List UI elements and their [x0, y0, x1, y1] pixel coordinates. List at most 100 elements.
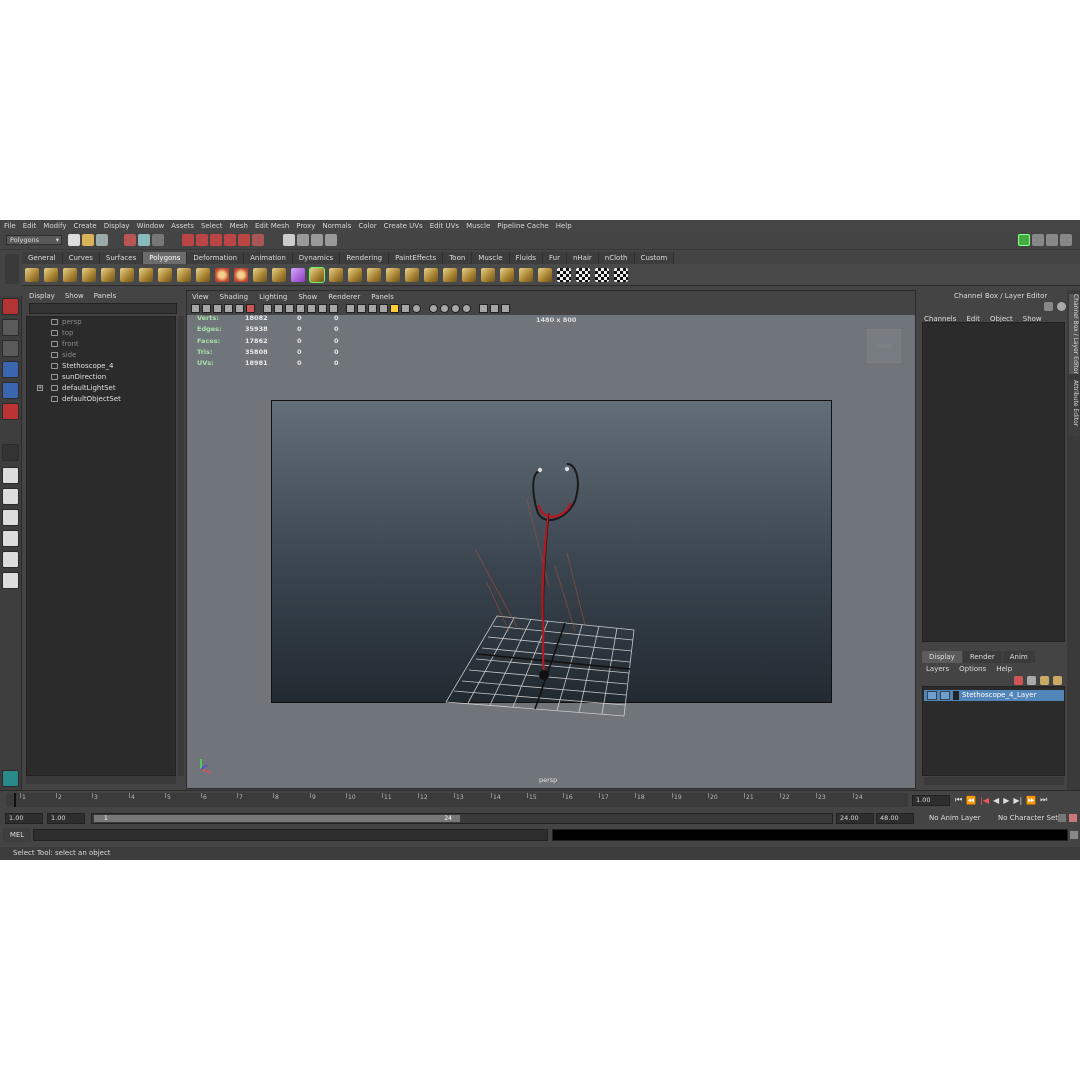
scale-tool-icon[interactable] — [2, 403, 19, 420]
layout-more-icon[interactable] — [2, 593, 19, 603]
poly-plane-icon[interactable] — [100, 267, 115, 282]
insert-edge-loop-icon[interactable] — [404, 267, 419, 282]
attribute-editor-toggle-icon[interactable] — [1032, 234, 1044, 246]
outliner-item[interactable]: persp — [27, 317, 175, 328]
outliner-scrollbar[interactable] — [178, 316, 184, 776]
shelf-tab-animation[interactable]: Animation — [244, 252, 293, 264]
view-cube[interactable]: FRONT — [867, 329, 901, 363]
outliner-h-scrollbar[interactable] — [26, 776, 176, 784]
move-tool-icon[interactable] — [2, 361, 19, 378]
extrude-icon[interactable] — [328, 267, 343, 282]
select-tool-icon[interactable] — [2, 298, 19, 315]
automatic-mapping-icon[interactable] — [575, 267, 590, 282]
menu-edit-mesh[interactable]: Edit Mesh — [255, 222, 289, 230]
single-perspective-layout-icon[interactable] — [2, 467, 19, 484]
layer-visibility-toggle[interactable] — [927, 691, 937, 700]
bridge-icon[interactable] — [347, 267, 362, 282]
layer-tab-display[interactable]: Display — [922, 651, 962, 663]
make-live-icon[interactable] — [238, 234, 250, 246]
layer-menu-help[interactable]: Help — [996, 665, 1012, 673]
expand-icon[interactable]: + — [37, 385, 43, 391]
menu-modify[interactable]: Modify — [43, 222, 66, 230]
menu-assets[interactable]: Assets — [171, 222, 194, 230]
new-scene-icon[interactable] — [68, 234, 80, 246]
fill-hole-icon[interactable] — [442, 267, 457, 282]
rotate-tool-icon[interactable] — [2, 382, 19, 399]
start-time-field[interactable]: 1.00 — [5, 813, 43, 824]
menu-create[interactable]: Create — [73, 222, 96, 230]
outliner-persp-layout-icon[interactable] — [2, 572, 19, 589]
shelf-tab-muscle[interactable]: Muscle — [472, 252, 510, 264]
snap-curve-icon[interactable] — [196, 234, 208, 246]
current-time-marker[interactable] — [14, 793, 16, 807]
select-component-icon[interactable] — [152, 234, 164, 246]
render-settings-icon[interactable] — [325, 234, 337, 246]
spherical-mapping-icon[interactable] — [556, 267, 571, 282]
lasso-tool-icon[interactable] — [2, 319, 19, 336]
poly-cone-icon[interactable] — [81, 267, 96, 282]
shelf-tab-custom[interactable]: Custom — [634, 252, 675, 264]
side-tab-attribute-editor[interactable]: Attribute Editor — [1069, 380, 1079, 436]
preferences-icon[interactable] — [1069, 814, 1077, 822]
menu-muscle[interactable]: Muscle — [466, 222, 490, 230]
outliner-item[interactable]: sunDirection — [27, 372, 175, 383]
outliner-menu-panels[interactable]: Panels — [94, 292, 117, 300]
shelf-tab-dynamics[interactable]: Dynamics — [292, 252, 341, 264]
playback-end-field[interactable]: 24.00 — [836, 813, 874, 824]
shelf-tab-polygons[interactable]: Polygons — [143, 252, 188, 264]
script-type-toggle[interactable]: MEL — [3, 828, 31, 842]
menu-edit[interactable]: Edit — [23, 222, 37, 230]
uv-texture-editor-icon[interactable] — [594, 267, 609, 282]
menu-create-uvs[interactable]: Create UVs — [384, 222, 423, 230]
playback-start-field[interactable]: 1.00 — [47, 813, 85, 824]
shelf-tab-ncloth[interactable]: nCloth — [598, 252, 635, 264]
character-set-dropdown[interactable]: No Character Set — [998, 814, 1058, 822]
layer-tab-anim[interactable]: Anim — [1002, 651, 1035, 663]
menu-window[interactable]: Window — [137, 222, 165, 230]
new-empty-layer-icon[interactable] — [1027, 676, 1036, 685]
outliner-item[interactable]: front — [27, 339, 175, 350]
layer-menu-options[interactable]: Options — [959, 665, 986, 673]
four-view-layout-icon[interactable] — [2, 488, 19, 505]
outliner-item[interactable]: + defaultLightSet — [27, 383, 175, 394]
cylindrical-mapping-icon[interactable] — [537, 267, 552, 282]
poly-cube-icon[interactable] — [43, 267, 58, 282]
new-layer-selected-icon[interactable] — [1014, 676, 1023, 685]
outliner-item[interactable]: defaultObjectSet — [27, 394, 175, 405]
booleans-icon[interactable] — [290, 267, 305, 282]
play-forwards-icon[interactable]: ▶ — [1003, 796, 1009, 805]
shelf-tab-fluids[interactable]: Fluids — [509, 252, 543, 264]
outliner-item[interactable]: top — [27, 328, 175, 339]
channel-box-options-icon[interactable] — [1044, 302, 1053, 311]
merge-icon[interactable] — [461, 267, 476, 282]
range-handle[interactable]: 1 24 — [94, 815, 460, 822]
menu-file[interactable]: File — [4, 222, 16, 230]
go-to-end-icon[interactable]: ⏭ — [1040, 795, 1047, 805]
render-view-icon[interactable] — [283, 234, 295, 246]
render-current-icon[interactable] — [297, 234, 309, 246]
poly-pipe-icon[interactable] — [157, 267, 172, 282]
shelf-tab-general[interactable]: General — [22, 252, 63, 264]
offset-edge-loop-icon[interactable] — [423, 267, 438, 282]
layer-up-icon[interactable] — [1040, 676, 1049, 685]
shelf-tab-fur[interactable]: Fur — [542, 252, 567, 264]
select-hierarchy-icon[interactable] — [124, 234, 136, 246]
shelf-tab-rendering[interactable]: Rendering — [340, 252, 390, 264]
shelf-tab-deformation[interactable]: Deformation — [187, 252, 245, 264]
shelf-tab-nhair[interactable]: nHair — [566, 252, 599, 264]
split-polygon-icon[interactable] — [385, 267, 400, 282]
menu-select[interactable]: Select — [201, 222, 223, 230]
shelf-tab-curves[interactable]: Curves — [62, 252, 100, 264]
snap-view-plane-icon[interactable] — [224, 234, 236, 246]
select-object-icon[interactable] — [138, 234, 150, 246]
history-icon[interactable] — [252, 234, 264, 246]
mode-dropdown[interactable]: Polygons — [6, 235, 62, 245]
append-polygon-icon[interactable] — [366, 267, 381, 282]
step-back-key-icon[interactable]: ⏪ — [966, 796, 976, 805]
auto-key-icon[interactable] — [1058, 814, 1066, 822]
poly-soccer-ball-icon[interactable] — [195, 267, 210, 282]
mirror-geometry-icon[interactable] — [308, 266, 325, 283]
layer-down-icon[interactable] — [1053, 676, 1062, 685]
snap-point-icon[interactable] — [210, 234, 222, 246]
modeling-toolkit-icon[interactable] — [1018, 234, 1030, 246]
